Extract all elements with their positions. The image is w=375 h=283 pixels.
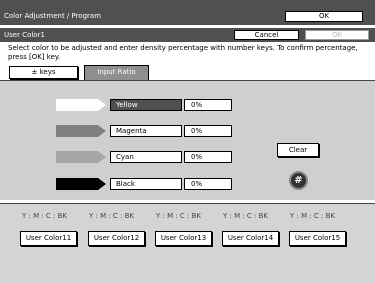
user-color-14-label: User Color14 — [227, 234, 274, 242]
cancel-label: Cancel — [254, 31, 279, 39]
user-color-15-ymc: Y : M : C : BK — [290, 212, 336, 220]
yellow-value-field[interactable]: 0% — [184, 99, 232, 111]
cyan-value: 0% — [191, 153, 203, 161]
user-color-12-button[interactable]: User Color12 — [88, 231, 145, 246]
input-ratio-panel: Yellow 0% Magenta 0% Cyan 0% Black 0% Cl… — [0, 80, 375, 200]
tab-plus-minus-keys[interactable]: ± keys — [9, 66, 78, 79]
cyan-color-button[interactable]: Cyan — [110, 151, 182, 163]
header-ok-label: OK — [318, 12, 330, 20]
black-value-field[interactable]: 0% — [184, 178, 232, 190]
subheader-ok-button[interactable]: OK — [305, 30, 369, 40]
magenta-value-field[interactable]: 0% — [184, 125, 232, 137]
user-color-13-label: User Color13 — [160, 234, 207, 242]
user-color-13-ymc: Y : M : C : BK — [156, 212, 202, 220]
clear-button[interactable]: Clear — [277, 143, 319, 157]
window-title: Color Adjustment / Program — [4, 12, 102, 20]
user-color-11-ymc: Y : M : C : BK — [22, 212, 68, 220]
yellow-value: 0% — [191, 101, 203, 109]
title-bar: Color Adjustment / Program OK — [0, 0, 375, 25]
cyan-label: Cyan — [116, 153, 134, 161]
header-ok-button[interactable]: OK — [285, 11, 363, 22]
subheader-bar: User Color1 Cancel OK — [0, 28, 375, 42]
tab-input-ratio[interactable]: Input Ratio — [84, 65, 149, 80]
cyan-value-field[interactable]: 0% — [184, 151, 232, 163]
user-color-14-button[interactable]: User Color14 — [222, 231, 279, 246]
magenta-label: Magenta — [116, 127, 147, 135]
subheader-title: User Color1 — [4, 31, 45, 39]
user-color-12-ymc: Y : M : C : BK — [89, 212, 135, 220]
black-label: Black — [116, 180, 135, 188]
hash-key-label: # — [294, 175, 303, 186]
yellow-color-button[interactable]: Yellow — [110, 99, 182, 111]
user-color-15-label: User Color15 — [294, 234, 341, 242]
hash-key-icon: # — [289, 171, 308, 190]
user-color-11-button[interactable]: User Color11 — [20, 231, 77, 246]
user-color-13-button[interactable]: User Color13 — [155, 231, 212, 246]
tab-input-ratio-label: Input Ratio — [97, 68, 136, 76]
cancel-button[interactable]: Cancel — [234, 30, 299, 40]
user-color-12-label: User Color12 — [93, 234, 140, 242]
subheader-ok-label: OK — [331, 31, 343, 39]
user-color-14-ymc: Y : M : C : BK — [223, 212, 269, 220]
black-value: 0% — [191, 180, 203, 188]
user-color-15-button[interactable]: User Color15 — [289, 231, 346, 246]
tab-plus-minus-keys-label: ± keys — [31, 68, 56, 76]
black-color-button[interactable]: Black — [110, 178, 182, 190]
magenta-value: 0% — [191, 127, 203, 135]
yellow-label: Yellow — [116, 101, 138, 109]
user-color-11-label: User Color11 — [25, 234, 72, 242]
clear-label: Clear — [288, 146, 308, 154]
magenta-color-button[interactable]: Magenta — [110, 125, 182, 137]
instruction-text: Select color to be adjusted and enter de… — [8, 44, 358, 61]
